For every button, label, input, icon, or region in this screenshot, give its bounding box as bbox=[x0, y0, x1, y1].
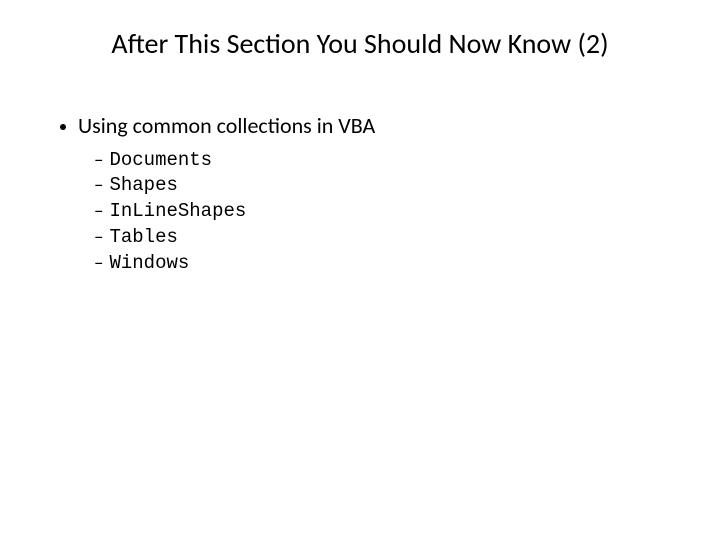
list-item: – InLineShapes bbox=[94, 200, 660, 224]
list-item: – Shapes bbox=[94, 174, 660, 198]
slide-title: After This Section You Should Now Know (… bbox=[0, 26, 720, 61]
sub-bullet-text: InLineShapes bbox=[109, 200, 246, 224]
slide: After This Section You Should Now Know (… bbox=[0, 0, 720, 540]
list-item: – Windows bbox=[94, 252, 660, 276]
dash-icon: – bbox=[94, 174, 103, 198]
sub-bullet-text: Shapes bbox=[109, 174, 177, 198]
list-item: – Tables bbox=[94, 226, 660, 250]
bullet-item: Using common collections in VBA bbox=[60, 112, 660, 141]
list-item: – Documents bbox=[94, 149, 660, 173]
dash-icon: – bbox=[94, 200, 103, 224]
slide-body: Using common collections in VBA – Docume… bbox=[60, 112, 660, 277]
bullet-icon bbox=[60, 124, 66, 130]
sub-bullet-text: Windows bbox=[109, 252, 189, 276]
bullet-text: Using common collections in VBA bbox=[78, 112, 375, 141]
dash-icon: – bbox=[94, 252, 103, 276]
sub-bullet-text: Documents bbox=[109, 149, 212, 173]
dash-icon: – bbox=[94, 149, 103, 173]
dash-icon: – bbox=[94, 226, 103, 250]
sub-bullet-text: Tables bbox=[109, 226, 177, 250]
sub-bullet-list: – Documents – Shapes – InLineShapes – Ta… bbox=[94, 149, 660, 276]
